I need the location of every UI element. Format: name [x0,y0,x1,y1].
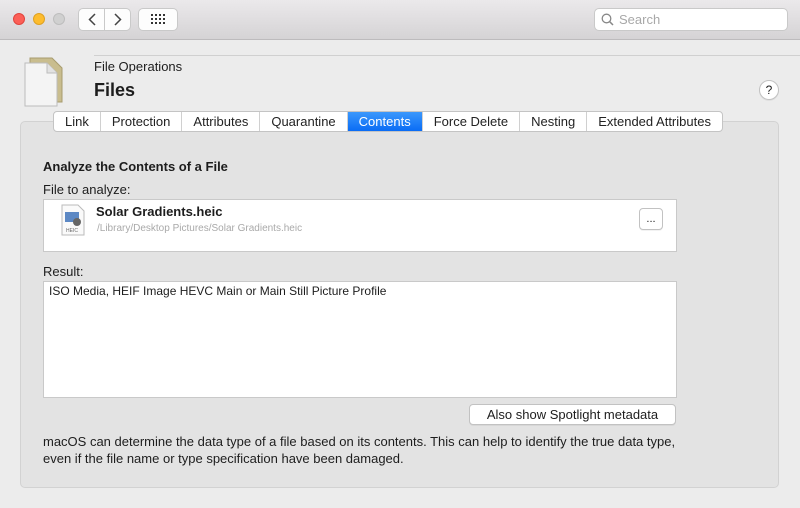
spotlight-metadata-button[interactable]: Also show Spotlight metadata [469,404,676,425]
show-all-button[interactable] [138,8,178,31]
tab-link[interactable]: Link [54,112,101,131]
result-textarea[interactable]: ISO Media, HEIF Image HEVC Main or Main … [43,281,677,398]
tab-force-delete[interactable]: Force Delete [423,112,521,131]
page-title: Files [94,80,136,100]
file-label: File to analyze: [43,182,131,197]
chevron-left-icon [87,13,96,26]
tab-nesting[interactable]: Nesting [520,112,588,131]
zoom-button[interactable] [53,13,65,25]
section-heading: Analyze the Contents of a File [43,159,228,174]
files-icon [22,56,66,111]
chevron-right-icon [113,13,122,26]
result-label: Result: [43,264,84,279]
header-divider [94,55,800,56]
tab-extended-attributes[interactable]: Extended Attributes [587,112,722,131]
heic-file-icon: HEIC [60,204,86,239]
description-text: macOS can determine the data type of a f… [43,434,676,466]
search-icon [601,13,614,26]
grid-icon [151,14,165,24]
tab-quarantine[interactable]: Quarantine [260,112,348,131]
help-button[interactable]: ? [759,80,779,100]
back-button[interactable] [78,8,105,31]
file-path: /Library/Desktop Pictures/Solar Gradient… [97,223,303,234]
header-subtitle: File Operations [94,59,183,74]
search-placeholder: Search [619,12,661,27]
tab-contents[interactable]: Contents [347,112,423,131]
file-name: Solar Gradients.heic [96,204,223,219]
minimize-button[interactable] [33,13,45,25]
search-field[interactable]: Search [594,8,788,31]
tab-bar: Link Protection Attributes Quarantine Co… [53,111,723,132]
tab-attributes[interactable]: Attributes [182,112,261,131]
file-drop-area[interactable]: HEIC Solar Gradients.heic /Library/Deskt… [43,199,677,252]
title-bar: Search [0,0,800,40]
browse-button[interactable]: ... [639,208,663,230]
close-button[interactable] [13,13,25,25]
tab-protection[interactable]: Protection [101,112,183,131]
svg-text:HEIC: HEIC [66,228,78,234]
forward-button[interactable] [104,8,131,31]
